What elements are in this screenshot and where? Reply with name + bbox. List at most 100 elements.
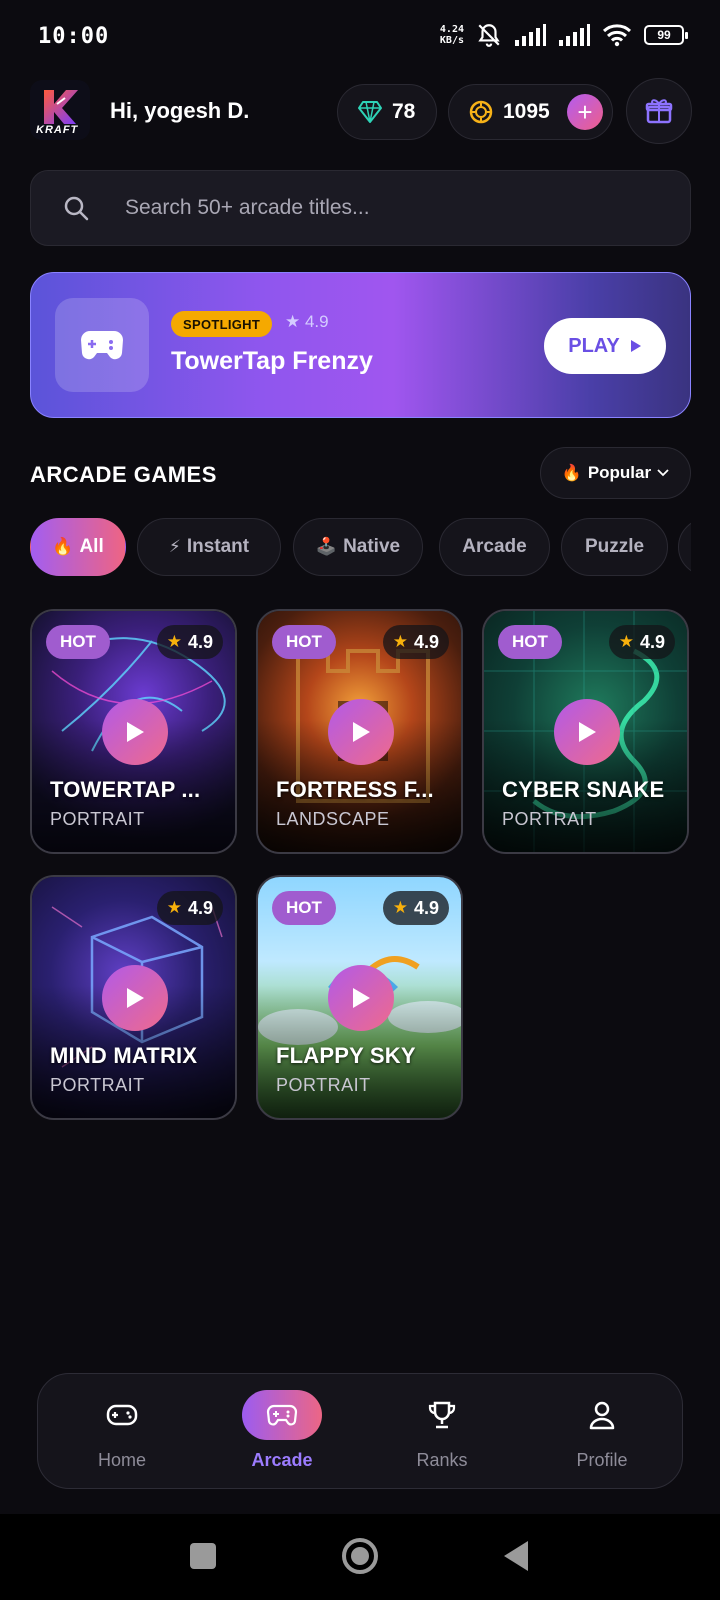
status-bar: 10:00 4.24 KB/s 99 bbox=[0, 0, 720, 72]
nav-home[interactable]: Home bbox=[52, 1390, 192, 1480]
mute-bell-icon bbox=[478, 24, 500, 47]
greeting: Hi, yogesh D. bbox=[110, 98, 250, 123]
rating-value: 4.9 bbox=[413, 897, 439, 918]
battery-icon: 99 bbox=[644, 25, 688, 45]
chip-label: All bbox=[79, 536, 104, 557]
user-icon bbox=[562, 1390, 642, 1440]
game-orientation: LANDSCAPE bbox=[276, 809, 390, 829]
gift-button[interactable] bbox=[626, 78, 692, 144]
network-speed-value: 4.24 bbox=[439, 24, 464, 35]
header: KRAFT Hi, yogesh D. 78 1095 + bbox=[30, 78, 692, 144]
play-button[interactable] bbox=[102, 965, 168, 1031]
chip-native[interactable]: 🕹️ Native bbox=[293, 518, 423, 576]
spotlight-play-button[interactable]: PLAY bbox=[544, 318, 666, 374]
star-icon: ★ bbox=[392, 898, 408, 917]
play-button[interactable] bbox=[328, 699, 394, 765]
bottom-nav: Home Arcade Ranks Profile bbox=[37, 1373, 683, 1489]
diamond-icon bbox=[358, 101, 382, 123]
play-button[interactable] bbox=[328, 965, 394, 1031]
game-card[interactable]: HOT ★ 4.9 FLAPPY SKY PORTRAIT bbox=[256, 875, 463, 1120]
search-bar[interactable]: Search 50+ arcade titles... bbox=[30, 170, 691, 246]
play-button[interactable] bbox=[102, 699, 168, 765]
rating-value: 4.9 bbox=[413, 631, 439, 652]
star-icon: ★ bbox=[166, 898, 182, 917]
trophy-icon bbox=[402, 1390, 482, 1440]
game-card[interactable]: HOT ★ 4.9 TOWERTAP ... PORTRAIT bbox=[30, 609, 237, 854]
coins-balance[interactable]: 1095 + bbox=[448, 84, 613, 140]
hot-badge: HOT bbox=[498, 625, 562, 659]
chip-instant[interactable]: ⚡ Instant bbox=[137, 518, 281, 576]
search-icon bbox=[64, 196, 89, 221]
wifi-icon bbox=[602, 24, 632, 47]
nav-ranks[interactable]: Ranks bbox=[372, 1390, 512, 1480]
game-title: CYBER SNAKE bbox=[502, 777, 665, 802]
section-title: ARCADE GAMES bbox=[30, 462, 217, 487]
spotlight-thumbnail bbox=[55, 298, 149, 392]
nav-label: Ranks bbox=[416, 1450, 468, 1470]
signal-icon bbox=[515, 24, 546, 46]
rating-badge: ★ 4.9 bbox=[156, 891, 223, 925]
sort-dropdown[interactable]: 🔥 Popular bbox=[540, 447, 691, 499]
rating-badge: ★ 4.9 bbox=[382, 891, 449, 925]
game-title: FLAPPY SKY bbox=[276, 1043, 416, 1068]
chip-puzzle[interactable]: Puzzle bbox=[561, 518, 668, 576]
search-input[interactable]: Search 50+ arcade titles... bbox=[125, 196, 370, 220]
app-logo[interactable]: KRAFT bbox=[30, 80, 90, 140]
chip-label: Arcade bbox=[462, 536, 527, 557]
rating-value: 4.9 bbox=[187, 631, 213, 652]
gift-icon bbox=[645, 99, 673, 124]
fire-icon: 🔥 bbox=[561, 465, 582, 482]
coin-icon bbox=[469, 100, 493, 124]
network-speed: 4.24 KB/s bbox=[440, 24, 464, 46]
rating-badge: ★ 4.9 bbox=[382, 625, 449, 659]
game-title: FORTRESS F... bbox=[276, 777, 434, 802]
chip-all[interactable]: 🔥 All bbox=[30, 518, 126, 576]
fire-icon: 🔥 bbox=[52, 537, 74, 556]
gamepad-icon bbox=[81, 331, 123, 360]
logo-text: KRAFT bbox=[36, 124, 79, 136]
chip-label: Native bbox=[343, 536, 401, 557]
rating-value: 4.9 bbox=[639, 631, 665, 652]
spotlight-banner[interactable]: SPOTLIGHT ★ 4.9 TowerTap Frenzy PLAY bbox=[30, 272, 691, 418]
rating-value: 4.9 bbox=[187, 897, 213, 918]
status-icons: 4.24 KB/s 99 bbox=[440, 22, 688, 48]
nav-label: Profile bbox=[576, 1450, 628, 1470]
recents-icon[interactable] bbox=[190, 1543, 216, 1569]
signal-icon bbox=[559, 24, 590, 46]
game-card[interactable]: HOT ★ 4.9 CYBER SNAKE PORTRAIT bbox=[482, 609, 689, 854]
rating-badge: ★ 4.9 bbox=[156, 625, 223, 659]
sort-label: Popular bbox=[587, 463, 652, 482]
game-orientation: PORTRAIT bbox=[502, 809, 597, 829]
play-button[interactable] bbox=[554, 699, 620, 765]
home-icon[interactable] bbox=[342, 1538, 378, 1574]
chip-more[interactable] bbox=[678, 518, 691, 576]
game-orientation: PORTRAIT bbox=[50, 809, 145, 829]
star-icon: ★ bbox=[166, 632, 182, 651]
nav-label: Arcade bbox=[251, 1450, 313, 1470]
play-icon bbox=[127, 988, 144, 1008]
nav-arcade[interactable]: Arcade bbox=[212, 1390, 352, 1480]
game-card[interactable]: ★ 4.9 MIND MATRIX PORTRAIT bbox=[30, 875, 237, 1120]
hot-badge: HOT bbox=[272, 625, 336, 659]
chip-label: Instant bbox=[186, 536, 250, 557]
back-icon[interactable] bbox=[504, 1541, 528, 1571]
gems-balance[interactable]: 78 bbox=[337, 84, 437, 140]
star-icon: ★ bbox=[392, 632, 408, 651]
gamepad-icon bbox=[82, 1390, 162, 1440]
add-coins-button[interactable]: + bbox=[567, 94, 603, 130]
chip-arcade[interactable]: Arcade bbox=[439, 518, 550, 576]
spotlight-rating: ★ 4.9 bbox=[285, 312, 329, 331]
nav-profile[interactable]: Profile bbox=[532, 1390, 672, 1480]
lightning-icon: ⚡ bbox=[168, 537, 181, 556]
play-icon bbox=[353, 988, 370, 1008]
play-icon bbox=[353, 722, 370, 742]
chevron-down-icon bbox=[657, 469, 669, 477]
category-filters: 🔥 All ⚡ Instant 🕹️ Native Arcade Puzzle bbox=[30, 518, 691, 578]
coins-value: 1095 bbox=[503, 100, 550, 123]
game-orientation: PORTRAIT bbox=[50, 1075, 145, 1095]
spotlight-title: TowerTap Frenzy bbox=[171, 347, 373, 375]
star-icon: ★ bbox=[618, 632, 634, 651]
game-card[interactable]: HOT ★ 4.9 FORTRESS F... LANDSCAPE bbox=[256, 609, 463, 854]
play-icon bbox=[630, 340, 641, 352]
gamepad-icon bbox=[242, 1390, 322, 1440]
